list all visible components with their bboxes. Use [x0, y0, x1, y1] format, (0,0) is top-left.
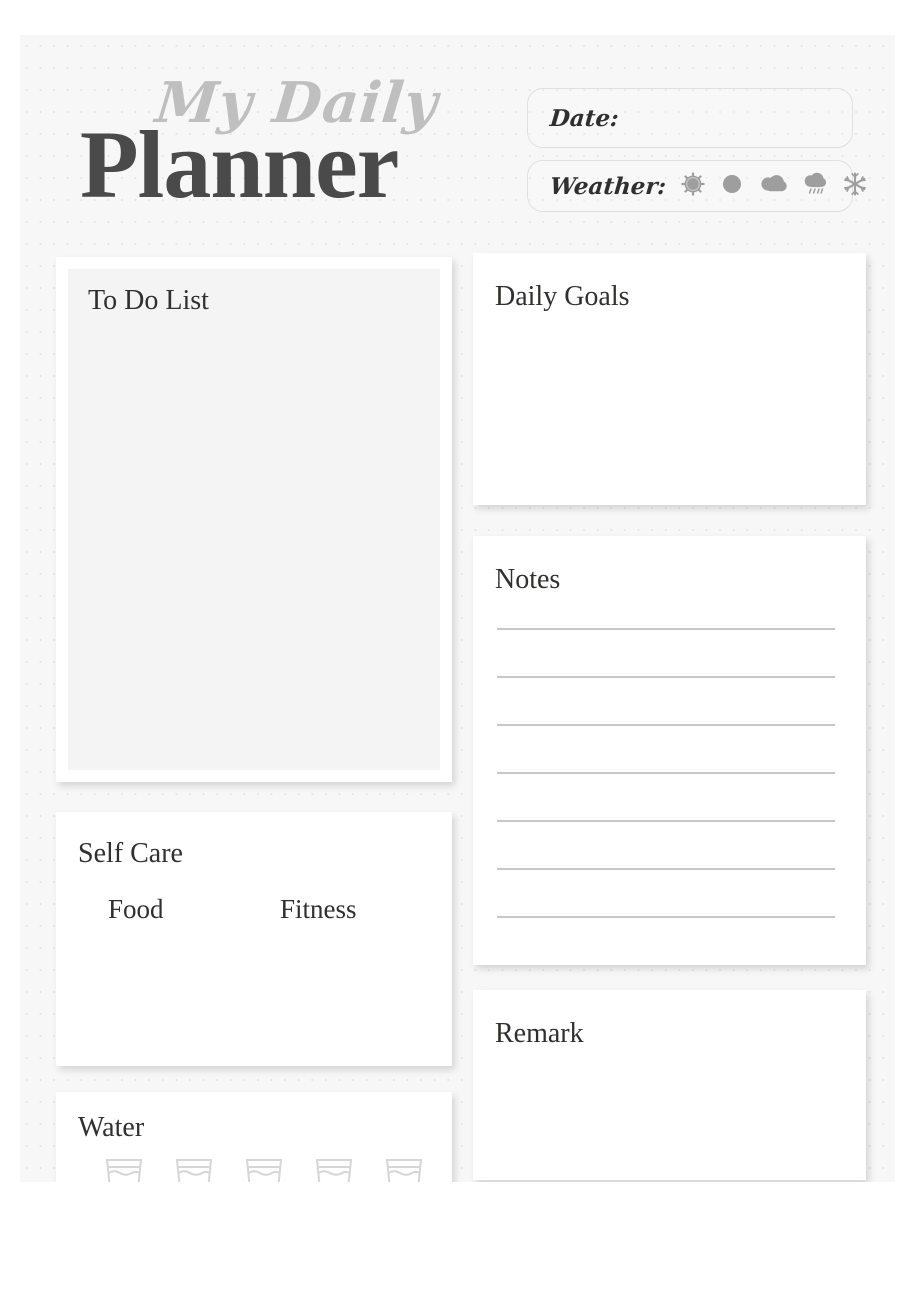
- snowy-icon[interactable]: [842, 171, 868, 202]
- right-column: Daily Goals Notes Remark: [473, 253, 866, 1180]
- todo-list-title: To Do List: [88, 285, 209, 316]
- notes-line[interactable]: [497, 820, 835, 822]
- notes-line[interactable]: [497, 724, 835, 726]
- notes-line[interactable]: [497, 868, 835, 870]
- left-column: To Do List Self Care Food Fitness Water: [56, 257, 452, 1182]
- water-glass-icon[interactable]: [170, 1154, 218, 1182]
- date-label: Date:: [548, 104, 620, 132]
- clear-circle-icon[interactable]: [719, 171, 745, 202]
- date-field[interactable]: Date:: [527, 88, 853, 148]
- weather-icon-group: [680, 170, 868, 203]
- water-title: Water: [78, 1112, 145, 1143]
- water-glass-icon[interactable]: [240, 1154, 288, 1182]
- self-care-title: Self Care: [78, 838, 183, 869]
- page-header: My Daily Planner Date: Weather:: [20, 35, 895, 257]
- daily-goals-title: Daily Goals: [495, 281, 630, 312]
- notes-card[interactable]: Notes: [473, 536, 866, 965]
- notes-line[interactable]: [497, 916, 835, 918]
- remark-card[interactable]: Remark: [473, 990, 866, 1180]
- rainy-icon[interactable]: [801, 170, 829, 203]
- notes-line[interactable]: [497, 772, 835, 774]
- water-card[interactable]: Water: [56, 1092, 452, 1182]
- water-glass-icon[interactable]: [310, 1154, 358, 1182]
- cloudy-icon[interactable]: [758, 171, 788, 202]
- title-main-line: Planner: [80, 111, 399, 218]
- remark-title: Remark: [495, 1018, 584, 1049]
- water-glass-group: [78, 1154, 452, 1182]
- self-care-food-label: Food: [108, 894, 164, 924]
- weather-field[interactable]: Weather:: [527, 160, 866, 212]
- water-glass-icon[interactable]: [380, 1154, 428, 1182]
- planner-page: My Daily Planner Date: Weather: To Do Li…: [20, 35, 895, 1182]
- self-care-columns: Food Fitness: [78, 894, 452, 925]
- notes-line-group: [495, 628, 866, 918]
- notes-title: Notes: [495, 564, 561, 595]
- sunny-icon[interactable]: [680, 171, 706, 202]
- notes-line[interactable]: [497, 676, 835, 678]
- page-title: My Daily Planner: [80, 70, 500, 245]
- weather-label: Weather:: [548, 172, 668, 200]
- self-care-card[interactable]: Self Care Food Fitness: [56, 812, 452, 1066]
- todo-list-card[interactable]: To Do List: [56, 257, 452, 782]
- todo-list-writing-area[interactable]: To Do List: [68, 269, 440, 770]
- notes-line[interactable]: [497, 628, 835, 630]
- self-care-fitness-label: Fitness: [280, 894, 357, 924]
- water-glass-icon[interactable]: [100, 1154, 148, 1182]
- daily-goals-card[interactable]: Daily Goals: [473, 253, 866, 505]
